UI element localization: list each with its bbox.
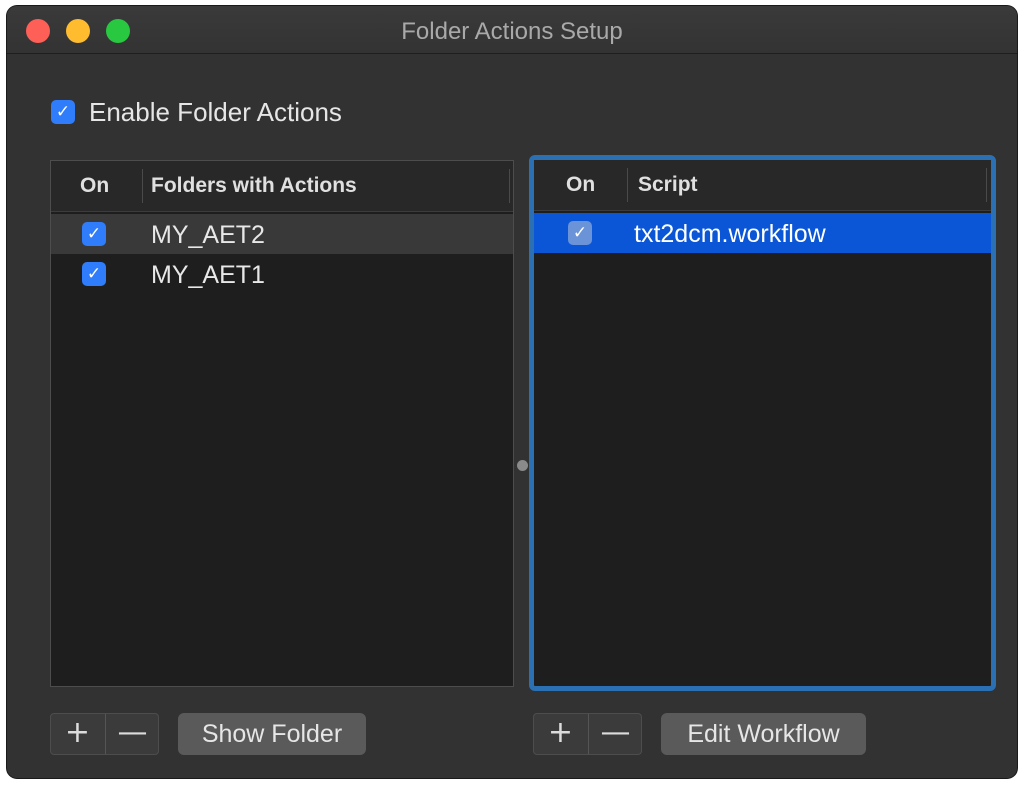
folder-row-name: MY_AET2 <box>151 221 265 249</box>
folders-add-remove-control: + — <box>50 713 159 755</box>
title-bar: Folder Actions Setup <box>7 6 1017 54</box>
script-row-name: txt2dcm.workflow <box>634 220 826 248</box>
folder-row-checkbox[interactable]: ✓ <box>82 222 106 246</box>
scripts-table[interactable]: On Script ✓ txt2dcm.workflow <box>529 155 996 691</box>
folder-row-my-aet1[interactable]: ✓ MY_AET1 <box>51 254 513 294</box>
scripts-add-remove-control: + — <box>533 713 642 755</box>
column-divider <box>142 169 143 203</box>
enable-folder-actions-label[interactable]: Enable Folder Actions <box>89 97 342 128</box>
folders-table[interactable]: On Folders with Actions ✓ MY_AET2 ✓ MY_A… <box>50 160 514 687</box>
script-row-checkbox[interactable]: ✓ <box>568 221 592 245</box>
scripts-col-on[interactable]: On <box>566 173 595 197</box>
add-folder-button[interactable]: + <box>51 714 104 754</box>
enable-folder-actions-checkbox[interactable]: ✓ <box>51 100 75 124</box>
remove-script-button[interactable]: — <box>588 714 641 754</box>
column-divider <box>986 168 987 202</box>
folders-col-name[interactable]: Folders with Actions <box>151 174 357 198</box>
window-title: Folder Actions Setup <box>401 18 623 45</box>
show-folder-button[interactable]: Show Folder <box>178 713 366 755</box>
column-divider <box>509 169 510 203</box>
column-divider <box>627 168 628 202</box>
scripts-col-name[interactable]: Script <box>638 173 698 197</box>
script-row-txt2dcm[interactable]: ✓ txt2dcm.workflow <box>534 213 991 253</box>
edit-workflow-button[interactable]: Edit Workflow <box>661 713 866 755</box>
folders-table-header: On Folders with Actions <box>51 161 513 212</box>
folder-row-my-aet2[interactable]: ✓ MY_AET2 <box>51 214 513 254</box>
folder-row-checkbox[interactable]: ✓ <box>82 262 106 286</box>
scripts-table-header: On Script <box>534 160 991 211</box>
folder-row-name: MY_AET1 <box>151 261 265 289</box>
folder-actions-window: Folder Actions Setup ✓ Enable Folder Act… <box>7 6 1017 778</box>
folders-col-on[interactable]: On <box>80 174 109 198</box>
add-script-button[interactable]: + <box>534 714 587 754</box>
remove-folder-button[interactable]: — <box>105 714 158 754</box>
split-view-divider-handle[interactable] <box>517 460 528 471</box>
